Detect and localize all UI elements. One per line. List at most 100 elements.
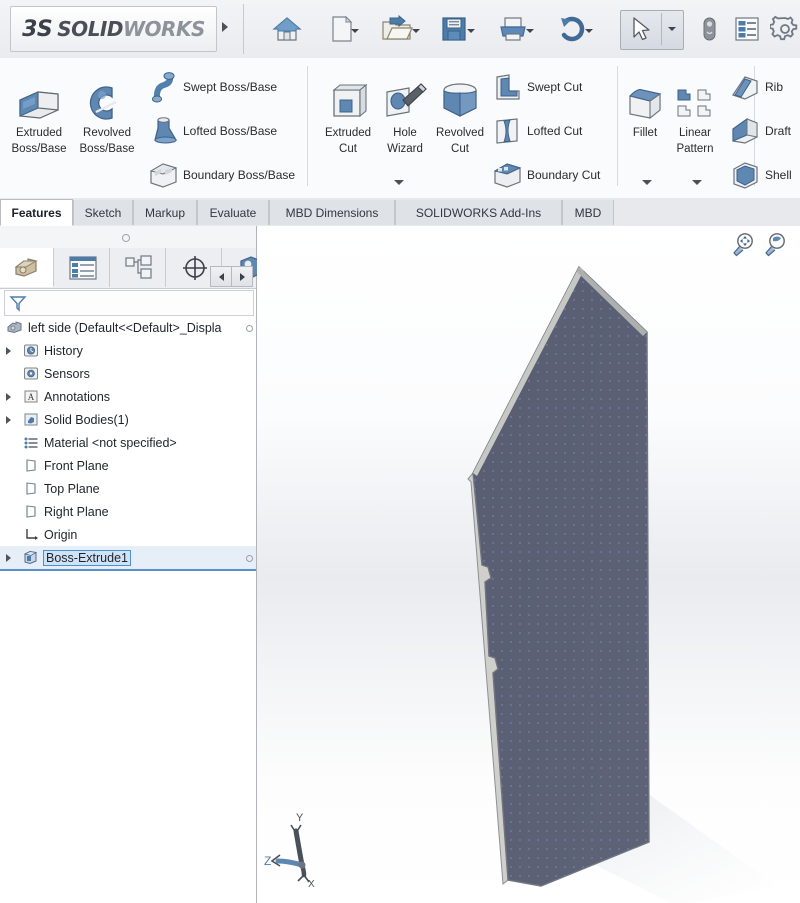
tree-item-annotations-expander-icon[interactable] xyxy=(6,393,11,401)
tree-item-annotations-label: Annotations xyxy=(44,389,111,404)
solidworks-window: 3S SOLIDWORKS Extruded Boss/Base Revolve… xyxy=(0,0,800,903)
lofted-cut-button[interactable]: Lofted Cut xyxy=(490,114,582,148)
undo-caret-icon[interactable] xyxy=(584,26,594,36)
tree-item-right-plane[interactable]: Right Plane xyxy=(0,500,256,523)
coordinate-triad[interactable]: Y Z X xyxy=(262,803,332,890)
tree-item-solid-bodies[interactable]: Solid Bodies(1) xyxy=(0,408,256,431)
options-list-button[interactable] xyxy=(728,10,766,48)
revolved-cut-label-2: Cut xyxy=(451,143,469,155)
sensors-icon xyxy=(22,365,40,383)
extruded-boss-icon xyxy=(4,78,74,124)
tree-scroll-pin-icon xyxy=(246,555,253,562)
save-floppy-icon xyxy=(442,17,466,41)
triad-x-label: X xyxy=(308,879,315,888)
material-icon xyxy=(22,434,40,452)
tab-markup[interactable]: Markup xyxy=(133,200,197,225)
shell-button[interactable]: Shell xyxy=(728,158,792,192)
feature-tree: left side (Default<<Default>_Displa Hist… xyxy=(0,316,256,571)
options-list-icon xyxy=(735,17,759,41)
revolved-boss-base-button[interactable]: Revolved Boss/Base xyxy=(72,78,142,156)
plane-icon xyxy=(22,503,40,521)
linear-pattern-icon xyxy=(665,78,725,124)
settings-button[interactable] xyxy=(766,10,800,48)
tree-item-sensors[interactable]: Sensors xyxy=(0,362,256,385)
print-caret-icon[interactable] xyxy=(525,26,535,36)
panel-tab-strip xyxy=(0,248,278,289)
triad-y-axis xyxy=(293,828,305,868)
home-button[interactable] xyxy=(268,10,306,48)
fillet-button[interactable]: Fillet xyxy=(623,78,667,140)
select-caret-icon[interactable] xyxy=(668,27,676,31)
revolved-cut-button[interactable]: Revolved Cut xyxy=(425,78,495,156)
tree-item-boss-extrude1[interactable]: Boss-Extrude1 xyxy=(0,546,256,569)
tree-item-part-root-label: left side (Default<<Default>_Displa xyxy=(28,320,222,335)
tab-sketch[interactable]: Sketch xyxy=(73,200,133,225)
revolved-boss-icon xyxy=(72,78,142,124)
revolved-cut-label-1: Revolved xyxy=(436,127,484,139)
tree-item-origin-label: Origin xyxy=(44,527,78,542)
panel-tab-scroll-left[interactable] xyxy=(210,266,232,287)
rebuild-button[interactable] xyxy=(690,10,728,48)
solidworks-logo[interactable]: 3S SOLIDWORKS xyxy=(10,6,217,52)
tree-root-pin-icon xyxy=(246,325,253,332)
swept-cut-icon xyxy=(490,71,524,103)
select-button[interactable] xyxy=(620,10,684,50)
panel-splitter-handle-icon[interactable] xyxy=(122,234,130,242)
tree-item-history[interactable]: History xyxy=(0,339,256,362)
tree-item-annotations[interactable]: A Annotations xyxy=(0,385,256,408)
panel-tab-property-manager[interactable] xyxy=(56,248,110,287)
save-caret-icon[interactable] xyxy=(466,26,476,36)
tab-evaluate[interactable]: Evaluate xyxy=(197,200,269,225)
draft-button[interactable]: Draft xyxy=(728,114,791,148)
linear-pattern-more-caret-icon[interactable] xyxy=(690,180,704,190)
boundary-cut-button[interactable]: Boundary Cut xyxy=(490,158,600,192)
tree-filter-input[interactable] xyxy=(4,290,254,316)
tree-item-material[interactable]: Material <not specified> xyxy=(0,431,256,454)
rollback-bar[interactable] xyxy=(0,569,256,571)
tree-item-history-expander-icon[interactable] xyxy=(6,347,11,355)
tab-mbd[interactable]: MBD xyxy=(562,200,614,225)
tree-item-front-plane[interactable]: Front Plane xyxy=(0,454,256,477)
new-document-caret-icon[interactable] xyxy=(350,26,360,36)
tree-item-origin[interactable]: Origin xyxy=(0,523,256,546)
lofted-boss-base-button[interactable]: Lofted Boss/Base xyxy=(146,114,277,148)
panel-tab-scroll-right[interactable] xyxy=(231,266,253,287)
panel-tab-configuration-manager[interactable] xyxy=(112,248,166,287)
graphics-viewport[interactable]: Boss-Extrude1 Y Z X xyxy=(257,226,800,903)
undo-arrow-icon xyxy=(561,16,585,42)
zoom-area-icon[interactable] xyxy=(760,230,790,260)
extruded-boss-base-button[interactable]: Extruded Boss/Base xyxy=(4,78,74,156)
panel-tab-feature-manager[interactable] xyxy=(0,248,54,287)
rib-button[interactable]: Rib xyxy=(728,70,783,104)
printer-icon xyxy=(500,17,526,41)
swept-cut-button[interactable]: Swept Cut xyxy=(490,70,582,104)
fillet-more-caret-icon[interactable] xyxy=(640,180,654,190)
configuration-manager-icon xyxy=(124,254,152,279)
tab-features[interactable]: Features xyxy=(0,199,73,226)
model-3d-view[interactable] xyxy=(257,226,800,903)
boundary-boss-icon xyxy=(146,159,180,191)
swept-boss-base-button[interactable]: Swept Boss/Base xyxy=(146,70,277,104)
tree-item-right-plane-label: Right Plane xyxy=(44,504,109,519)
home-icon xyxy=(272,17,302,41)
linear-pattern-button[interactable]: Linear Pattern xyxy=(665,78,725,156)
tab-mbd-dimensions[interactable]: MBD Dimensions xyxy=(269,200,395,225)
panel-splitter-bar[interactable] xyxy=(0,226,256,249)
boundary-boss-base-button[interactable]: Boundary Boss/Base xyxy=(146,158,295,192)
extruded-boss-base-label-2: Boss/Base xyxy=(11,143,67,155)
toolbar-divider xyxy=(243,4,244,54)
zoom-to-fit-icon[interactable] xyxy=(728,230,758,260)
open-caret-icon[interactable] xyxy=(411,26,421,36)
boundary-cut-label: Boundary Cut xyxy=(527,168,601,182)
part-icon xyxy=(6,319,24,337)
tree-item-top-plane[interactable]: Top Plane xyxy=(0,477,256,500)
tree-item-top-plane-label: Top Plane xyxy=(44,481,100,496)
logo-expand-arrow-icon[interactable] xyxy=(222,22,228,32)
tree-item-part-root[interactable]: left side (Default<<Default>_Displa xyxy=(0,316,256,339)
tree-item-boss-extrude1-expander-icon[interactable] xyxy=(6,554,11,562)
logo-text: 3S SOLIDWORKS xyxy=(22,17,205,42)
extruded-cut-more-caret-icon[interactable] xyxy=(392,180,406,190)
command-manager-tabs: Features Sketch Markup Evaluate MBD Dime… xyxy=(0,198,800,227)
tree-item-solid-bodies-expander-icon[interactable] xyxy=(6,416,11,424)
tab-solidworks-add-ins[interactable]: SOLIDWORKS Add-Ins xyxy=(395,200,562,225)
